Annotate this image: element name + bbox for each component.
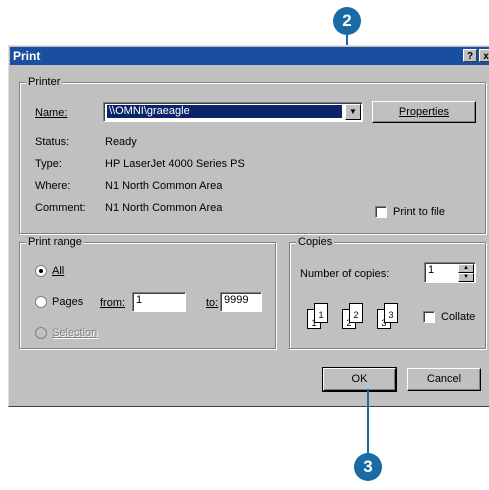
pages-label[interactable]: Pages <box>52 296 83 308</box>
close-button[interactable]: x <box>479 49 489 62</box>
callout-3-badge: 3 <box>354 453 382 481</box>
from-label: from: <box>100 297 126 309</box>
all-label[interactable]: All <box>52 265 64 277</box>
collate-page-icon: 2 <box>349 303 363 323</box>
copies-group-title: Copies <box>296 236 335 248</box>
callout-2-number: 2 <box>342 11 352 30</box>
help-button[interactable]: ? <box>463 49 477 62</box>
ok-label: OK <box>351 373 368 385</box>
type-label: Type: <box>35 158 62 170</box>
copies-spinner[interactable]: 1 ▲ ▼ <box>424 262 476 283</box>
help-icon: ? <box>466 51 474 62</box>
properties-label: Properties <box>398 106 450 118</box>
comment-label: Comment: <box>35 202 86 214</box>
where-value: N1 North Common Area <box>105 180 223 192</box>
from-input[interactable]: 1 <box>132 292 186 312</box>
print-dialog: Print ? x Printer Name: \\OMNI\graeagle … <box>8 45 489 407</box>
copies-group: Copies <box>289 236 486 349</box>
chevron-down-icon[interactable]: ▼ <box>345 104 361 120</box>
dialog-title: Print <box>13 49 41 63</box>
comment-value: N1 North Common Area <box>105 202 223 214</box>
copies-value: 1 <box>428 264 435 276</box>
where-label: Where: <box>35 180 71 192</box>
from-value: 1 <box>136 294 143 306</box>
spin-up-icon[interactable]: ▲ <box>458 264 474 273</box>
name-label: Name: <box>35 107 68 119</box>
print-to-file-checkbox[interactable] <box>375 206 387 218</box>
collate-checkbox[interactable] <box>423 311 435 323</box>
print-range-group-title: Print range <box>26 236 84 248</box>
collate-label[interactable]: Collate <box>441 311 475 323</box>
status-value: Ready <box>105 136 137 148</box>
type-value: HP LaserJet 4000 Series PS <box>105 158 245 170</box>
all-radio[interactable] <box>35 265 47 277</box>
cancel-button[interactable]: Cancel <box>407 368 481 391</box>
number-of-copies-label: Number of copies: <box>300 268 390 280</box>
printer-group-title: Printer <box>26 76 63 88</box>
collate-page-icon: 3 <box>384 303 398 323</box>
selection-radio[interactable] <box>35 327 47 339</box>
close-icon: x <box>483 51 489 62</box>
properties-button[interactable]: Properties <box>372 101 476 123</box>
printer-name-value: \\OMNI\graeagle <box>107 105 342 118</box>
cancel-label: Cancel <box>426 373 462 385</box>
to-value: 9999 <box>224 294 249 306</box>
spin-down-icon[interactable]: ▼ <box>458 273 474 282</box>
callout-3-number: 3 <box>363 457 373 476</box>
printer-name-select[interactable]: \\OMNI\graeagle ▼ <box>103 102 363 122</box>
title-bar: Print ? x <box>10 47 489 65</box>
print-to-file-label[interactable]: Print to file <box>393 206 445 218</box>
ok-button[interactable]: OK <box>322 367 397 392</box>
selection-label[interactable]: Selection <box>52 327 97 339</box>
status-label: Status: <box>35 136 70 148</box>
to-input[interactable]: 9999 <box>220 292 262 312</box>
collate-page-icon: 1 <box>314 303 328 323</box>
to-label: to: <box>206 297 219 309</box>
pages-radio[interactable] <box>35 296 47 308</box>
callout-3-line <box>367 389 369 453</box>
callout-2-badge: 2 <box>333 7 361 35</box>
